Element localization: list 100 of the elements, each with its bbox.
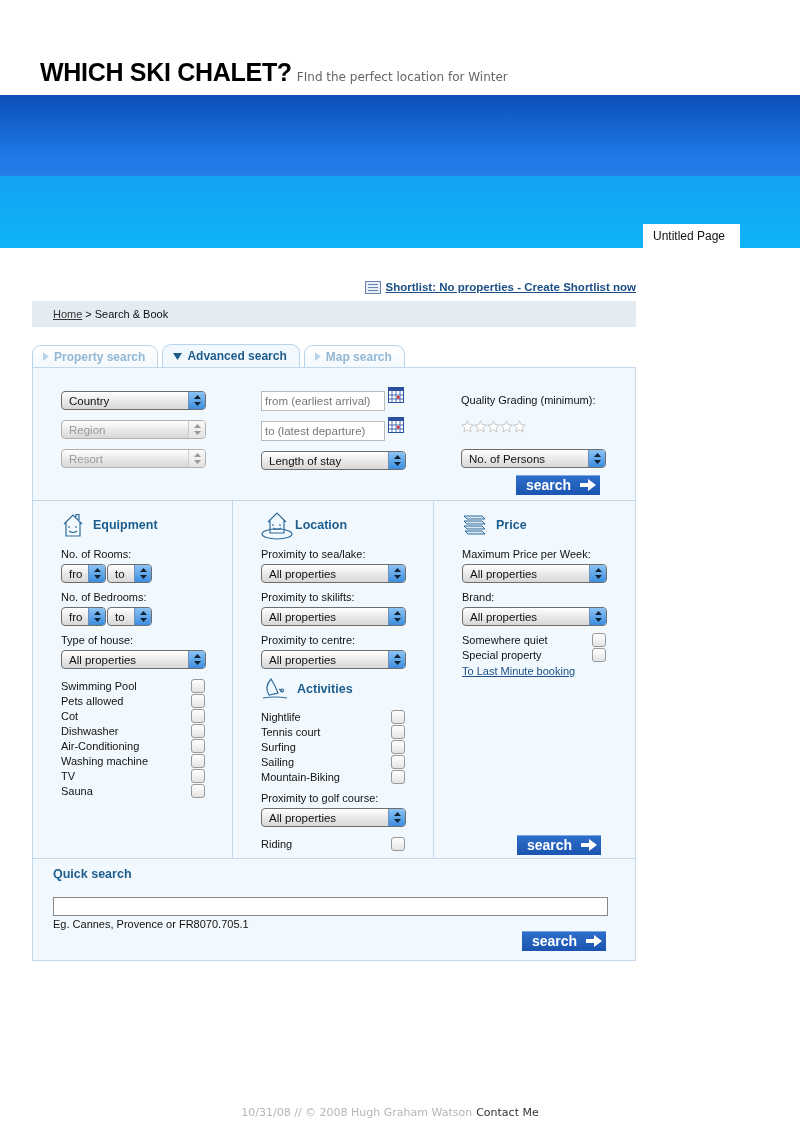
checkbox[interactable] — [191, 678, 205, 693]
updown-arrows-icon — [393, 611, 401, 622]
checkbox-label: Nightlife — [261, 710, 301, 723]
caret-icon — [173, 352, 183, 360]
field-label: Proximity to sea/lake: — [261, 547, 367, 562]
house-on-water-icon — [261, 510, 295, 540]
dropdown[interactable]: to — [107, 564, 152, 583]
footer-text: 10/31/08 // © 2008 Hugh Graham Watson — [241, 1106, 473, 1119]
updown-arrows-icon — [193, 654, 201, 665]
checkbox[interactable] — [191, 738, 205, 753]
checkbox-label: Sailing — [261, 755, 295, 768]
caret-icon — [43, 352, 49, 361]
checkbox[interactable] — [391, 754, 405, 769]
shortlist-link[interactable]: Shortlist: No properties - Create Shortlist now — [385, 281, 636, 293]
dropdown[interactable]: Country — [61, 391, 206, 410]
arrow-icon — [580, 479, 597, 491]
search-button[interactable]: search — [516, 475, 600, 495]
dropdown[interactable]: All properties — [261, 607, 406, 626]
checkbox[interactable] — [391, 724, 405, 739]
checkbox[interactable] — [191, 783, 205, 798]
quick-search-field[interactable] — [53, 897, 608, 916]
updown-arrows-icon — [93, 611, 101, 622]
checkbox-label: Cot — [61, 709, 79, 722]
checkbox[interactable] — [592, 632, 606, 647]
star-rating[interactable] — [461, 420, 526, 433]
checkbox-label: Sauna — [61, 784, 93, 797]
calendar-icon[interactable] — [388, 387, 404, 403]
dropdown[interactable]: Length of stay — [261, 451, 406, 470]
section-heading: Activities — [297, 682, 353, 696]
checkbox[interactable] — [191, 693, 205, 708]
checkbox[interactable] — [391, 739, 405, 754]
checkbox-label: TV — [61, 769, 76, 782]
field-label: Maximum Price per Week: — [462, 547, 592, 562]
field-label: Type of house: — [61, 633, 135, 648]
checkbox[interactable] — [391, 769, 405, 784]
field-label: Proximity to golf course: — [261, 791, 380, 806]
updown-arrows-icon — [193, 453, 201, 464]
breadcrumb-separator: > — [85, 308, 92, 320]
dropdown[interactable]: No. of Persons — [461, 449, 606, 468]
list-icon — [364, 280, 381, 294]
updown-arrows-icon — [139, 568, 147, 579]
dropdown[interactable]: to — [107, 607, 152, 626]
caret-icon — [314, 352, 321, 361]
field-label: No. of Rooms: — [61, 547, 133, 562]
star-icon[interactable] — [487, 420, 500, 433]
section-heading: Equipment — [93, 518, 158, 532]
checkbox-label: Surfing — [261, 740, 296, 753]
checkbox[interactable] — [592, 647, 606, 662]
dropdown[interactable]: fro — [61, 564, 106, 583]
tab[interactable]: Advanced search — [162, 344, 300, 367]
contact-link[interactable]: Contact Me — [476, 1106, 539, 1119]
updown-arrows-icon — [139, 611, 147, 622]
updown-arrows-icon — [393, 812, 401, 823]
updown-arrows-icon — [393, 654, 401, 665]
dropdown[interactable]: fro — [61, 607, 106, 626]
checkbox-label: Somewhere quiet — [462, 633, 548, 646]
updown-arrows-icon — [193, 395, 201, 406]
house-icon — [61, 512, 85, 538]
field-label: Proximity to skilifts: — [261, 590, 356, 605]
star-icon[interactable] — [474, 420, 487, 433]
site-title: WHICH SKI CHALET? — [40, 58, 292, 87]
breadcrumb-current: Search & Book — [94, 308, 169, 320]
field-label: Proximity to centre: — [261, 633, 357, 648]
arrow-icon — [586, 935, 603, 947]
updown-arrows-icon — [193, 424, 201, 435]
checkbox[interactable] — [191, 723, 205, 738]
page-tab[interactable]: Untitled Page — [643, 224, 740, 248]
checkbox-label: Air-Conditioning — [61, 739, 140, 752]
breadcrumb-link[interactable]: Home — [53, 308, 83, 320]
checkbox[interactable] — [191, 768, 205, 783]
updown-arrows-icon — [594, 611, 602, 622]
checkbox[interactable] — [391, 836, 405, 851]
checkbox-label: Tennis court — [261, 725, 321, 738]
checkbox-label: Swimming Pool — [61, 679, 137, 692]
dropdown[interactable]: All properties — [261, 564, 406, 583]
dropdown[interactable]: All properties — [61, 650, 206, 669]
last-minute-link[interactable]: To Last Minute booking — [462, 665, 635, 677]
checkbox[interactable] — [191, 753, 205, 768]
dropdown[interactable]: All properties — [462, 607, 607, 626]
dropdown[interactable]: All properties — [462, 564, 607, 583]
search-button[interactable]: search — [517, 835, 601, 855]
windsurfer-icon — [261, 677, 289, 701]
checkbox-label: Mountain-Biking — [261, 770, 340, 783]
field-label: No. of Bedrooms: — [61, 590, 148, 605]
dropdown[interactable]: All properties — [261, 650, 406, 669]
calendar-icon[interactable] — [388, 417, 404, 433]
checkbox[interactable] — [391, 709, 405, 724]
date-field[interactable]: from (earliest arrival) — [261, 391, 385, 411]
updown-arrows-icon — [594, 568, 602, 579]
updown-arrows-icon — [593, 453, 601, 464]
arrow-icon — [581, 839, 598, 851]
date-field[interactable]: to (latest departure) — [261, 421, 385, 441]
dropdown[interactable]: All properties — [261, 808, 406, 827]
star-icon[interactable] — [500, 420, 513, 433]
updown-arrows-icon — [93, 568, 101, 579]
search-button[interactable]: search — [522, 931, 606, 951]
star-icon[interactable] — [461, 420, 474, 433]
checkbox[interactable] — [191, 708, 205, 723]
checkbox-label: Pets allowed — [61, 694, 124, 707]
star-icon[interactable] — [513, 420, 526, 433]
